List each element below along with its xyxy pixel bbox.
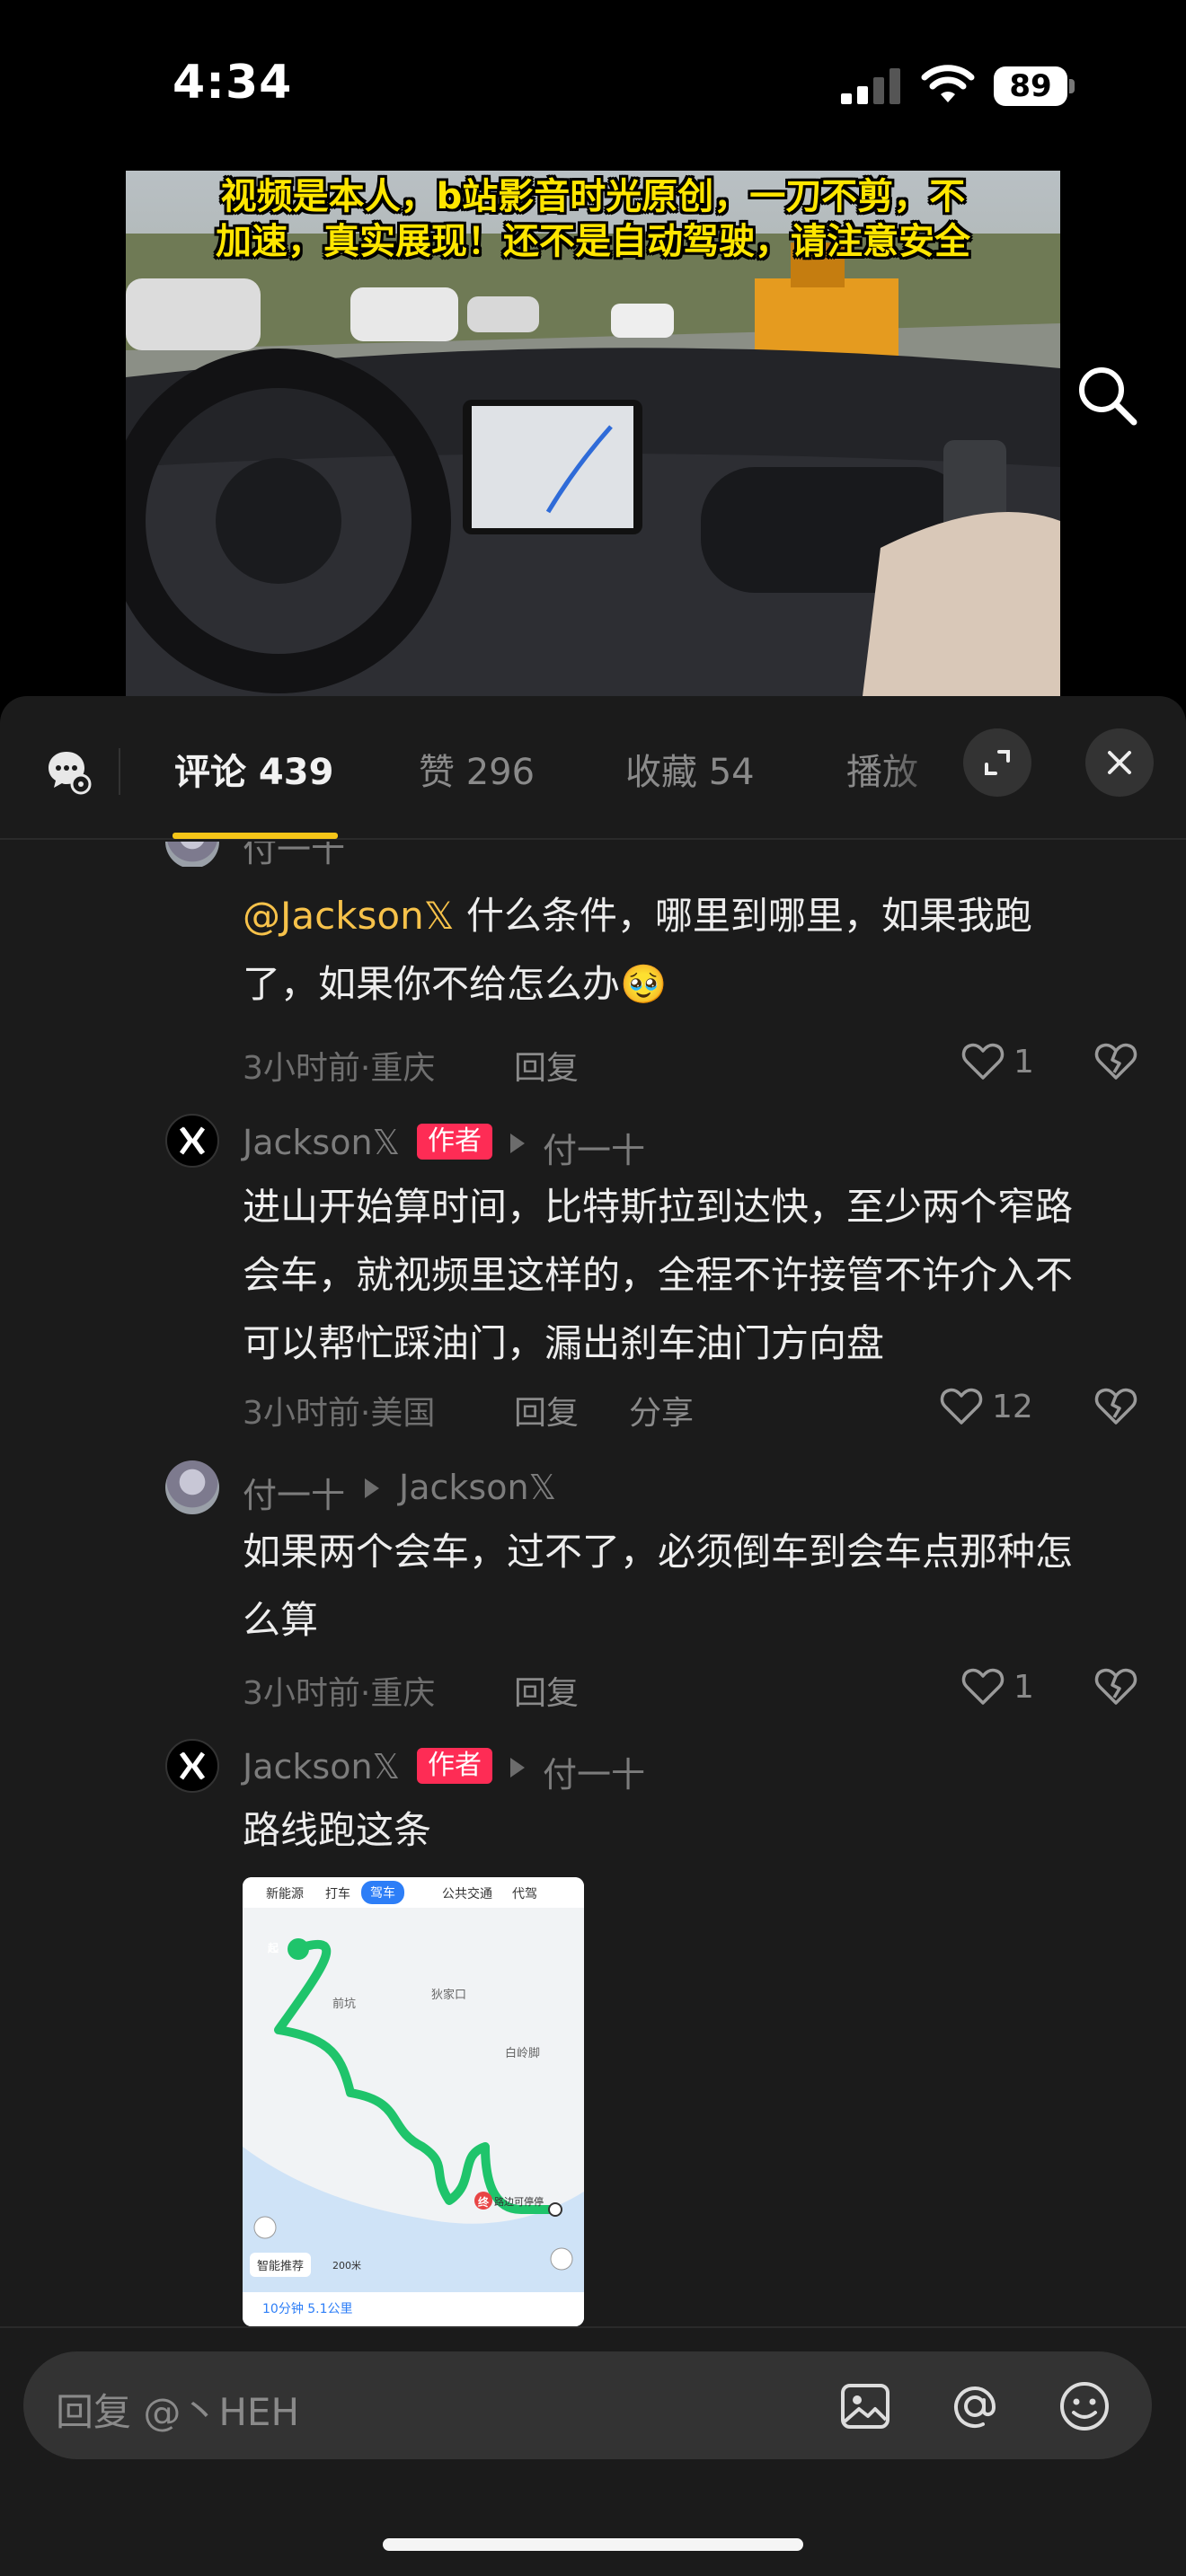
- comment-text: @Jackson𝕏 什么条件，哪里到哪里，如果我跑 了，如果你不给怎么办🥹: [243, 882, 1141, 1019]
- author-badge: 作者: [417, 1124, 492, 1160]
- comment-text-line2: 么算: [243, 1598, 319, 1642]
- map-summary: 10分钟 5.1公里: [243, 2292, 584, 2326]
- video-caption-line2: 加速，真实展现！还不是自动驾驶，请注意安全: [216, 221, 970, 262]
- avatar[interactable]: [165, 1739, 219, 1793]
- video-frame[interactable]: 视频是本人，b站影音时光原创，一刀不剪，不 加速，真实展现！还不是自动驾驶，请注…: [126, 171, 1060, 696]
- author-badge: 作者: [417, 1748, 492, 1784]
- close-button[interactable]: [1085, 728, 1154, 797]
- comment-header-clip: 付一十: [0, 842, 1186, 867]
- reply-target[interactable]: 付一十: [543, 1747, 645, 1796]
- close-icon: [1108, 751, 1131, 774]
- map-start-marker: 起: [268, 1942, 279, 1954]
- tab-favorites[interactable]: 收藏 54: [625, 743, 755, 795]
- like-icon[interactable]: [961, 1667, 1005, 1707]
- reply-input[interactable]: 回复 @丶HEH: [23, 2351, 1152, 2459]
- like-count: 1: [1013, 1044, 1034, 1081]
- comment-text-line2: 会车，就视频里这样的，全程不许接管不许介入不: [243, 1253, 1074, 1297]
- battery-level: 89: [1009, 68, 1052, 104]
- reply-arrow-icon: [365, 1478, 379, 1498]
- reply-button[interactable]: 回复: [514, 1042, 579, 1089]
- battery-indicator: 89: [994, 66, 1075, 106]
- home-indicator[interactable]: [383, 2538, 803, 2551]
- image-icon[interactable]: [837, 2378, 893, 2434]
- reply-arrow-icon: [510, 1758, 525, 1778]
- x-logo-icon: [179, 1751, 206, 1780]
- comment-text-line1: 进山开始算时间，比特斯拉到达快，至少两个窄路: [243, 1185, 1074, 1229]
- like-icon[interactable]: [940, 1387, 983, 1426]
- avatar[interactable]: [165, 842, 219, 867]
- comment-text-line3: 可以帮忙踩油门，漏出刹车油门方向盘: [243, 1321, 885, 1365]
- map-end-marker: 终: [478, 2196, 490, 2209]
- comment-text: 进山开始算时间，比特斯拉到达快，至少两个窄路 会车，就视频里这样的，全程不许接管…: [243, 1173, 1141, 1378]
- comment-author[interactable]: Jackson𝕏: [243, 1747, 400, 1786]
- reply-input-placeholder: 回复 @丶HEH: [56, 2390, 300, 2434]
- comment-author[interactable]: Jackson𝕏: [243, 1123, 400, 1162]
- reply-target[interactable]: 付一十: [543, 1123, 645, 1172]
- like-count: 12: [992, 1389, 1033, 1425]
- like-icon[interactable]: [961, 1042, 1005, 1081]
- like-count: 1: [1013, 1669, 1034, 1706]
- comment-author[interactable]: 付一十: [243, 1468, 345, 1517]
- comment-image[interactable]: 新能源 打车 驾车 公共交通 代驾 起 终 狄家口 白岭脚 前坑 路边可停停 智…: [243, 1877, 584, 2326]
- video-player[interactable]: 视频是本人，b站影音时光原创，一刀不剪，不 加速，真实展现！还不是自动驾驶，请注…: [0, 171, 1186, 696]
- comment-author[interactable]: 付一十: [243, 842, 345, 867]
- expand-button[interactable]: [963, 728, 1031, 797]
- active-tab-indicator: [173, 833, 338, 839]
- comment-meta: 3小时前·美国: [243, 1395, 436, 1432]
- expand-icon: [985, 750, 1010, 775]
- tab-fade: [881, 723, 961, 822]
- map-scale: 200米: [332, 2260, 361, 2272]
- comment-mention[interactable]: @Jackson𝕏: [243, 894, 455, 938]
- comment-text: 如果两个会车，过不了，必须倒车到会车点那种怎 么算: [243, 1518, 1141, 1654]
- map-smart-label: 智能推荐: [250, 2253, 312, 2277]
- x-logo-icon: [179, 1126, 206, 1155]
- dislike-icon[interactable]: [1094, 1387, 1137, 1426]
- panel-tab-bar: 评论 439 赞 296 收藏 54 播放: [0, 696, 1186, 840]
- comment-meta: 3小时前·重庆: [243, 1050, 436, 1087]
- status-time: 4:34: [173, 56, 293, 110]
- tab-separator: [119, 748, 120, 795]
- map-label: 路边可停停: [494, 2196, 544, 2208]
- avatar[interactable]: [165, 1460, 219, 1514]
- video-caption-line1: 视频是本人，b站影音时光原创，一刀不剪，不: [220, 176, 966, 217]
- video-caption: 视频是本人，b站影音时光原创，一刀不剪，不 加速，真实展现！还不是自动驾驶，请注…: [126, 171, 1060, 264]
- reply-target[interactable]: Jackson𝕏: [399, 1468, 556, 1507]
- dislike-icon[interactable]: [1094, 1667, 1137, 1707]
- comment-text-line2: 了，如果你不给怎么办🥹: [243, 962, 668, 1006]
- map-screenshot: 新能源 打车 驾车 公共交通 代驾 起 终 狄家口 白岭脚 前坑 路边可停停 智…: [243, 1877, 584, 2326]
- tab-likes[interactable]: 赞 296: [419, 743, 535, 795]
- share-button[interactable]: 分享: [629, 1387, 694, 1434]
- dislike-icon[interactable]: [1094, 1042, 1137, 1081]
- comment-text-line1: 什么条件，哪里到哪里，如果我跑: [454, 894, 1032, 938]
- wifi-icon: [921, 65, 975, 102]
- comment-text: 路线跑这条: [243, 1808, 432, 1852]
- comment-meta: 3小时前·重庆: [243, 1675, 436, 1712]
- comment-text-line1: 如果两个会车，过不了，必须倒车到会车点那种怎: [243, 1530, 1074, 1574]
- reply-arrow-icon: [510, 1134, 525, 1153]
- comment-settings-icon[interactable]: [45, 748, 92, 795]
- cellular-signal-icon: [841, 68, 900, 104]
- reply-button[interactable]: 回复: [514, 1667, 579, 1714]
- status-bar: 4:34 89: [0, 0, 1186, 171]
- reply-button[interactable]: 回复: [514, 1387, 579, 1434]
- search-icon[interactable]: [1071, 359, 1143, 431]
- map-label: 白岭脚: [505, 2047, 541, 2060]
- at-mention-icon[interactable]: [947, 2378, 1003, 2434]
- avatar[interactable]: [165, 1114, 219, 1168]
- map-label: 前坑: [332, 1998, 357, 2011]
- emoji-icon[interactable]: [1057, 2378, 1112, 2434]
- map-label: 狄家口: [431, 1989, 467, 2002]
- tab-comments[interactable]: 评论 439: [174, 743, 333, 795]
